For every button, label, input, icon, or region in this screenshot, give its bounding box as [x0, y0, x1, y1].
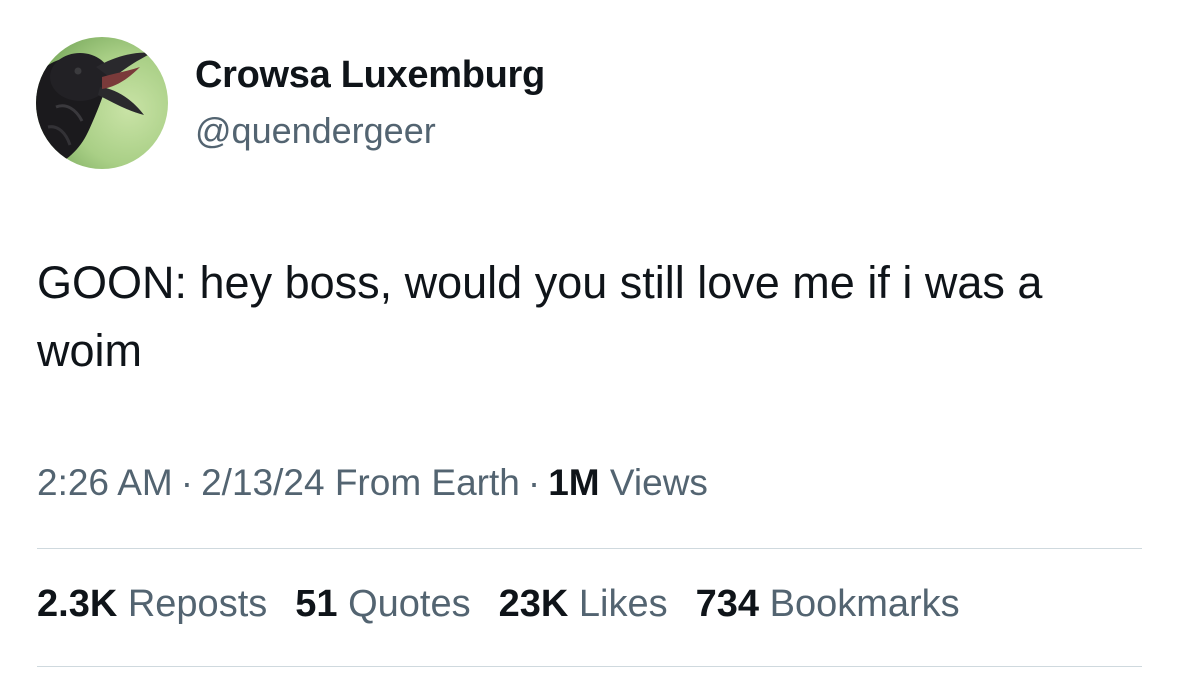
tweet-source: From Earth — [334, 462, 520, 503]
likes-count: 23K — [498, 583, 569, 625]
tweet-card: Crowsa Luxemburg @quendergeer GOON: hey … — [0, 0, 1179, 675]
bookmarks-count: 734 — [695, 583, 760, 625]
quotes-count: 51 — [295, 583, 338, 625]
crow-avatar-icon — [36, 37, 168, 169]
views-count: 1M — [548, 462, 600, 503]
meta-separator: · — [180, 462, 194, 503]
bookmarks-label: Bookmarks — [769, 583, 960, 625]
avatar[interactable] — [36, 37, 168, 169]
author-handle[interactable]: @quendergeer — [195, 110, 436, 152]
quotes-stat[interactable]: 51 Quotes — [295, 583, 470, 626]
divider — [37, 666, 1142, 667]
divider — [37, 548, 1142, 549]
meta-separator: · — [527, 462, 541, 503]
likes-label: Likes — [578, 583, 668, 625]
bookmarks-stat[interactable]: 734 Bookmarks — [696, 583, 960, 626]
quotes-label: Quotes — [348, 583, 471, 625]
tweet-time[interactable]: 2:26 AM — [37, 462, 173, 503]
tweet-meta: 2:26 AM · 2/13/24 From Earth · 1M Views — [37, 462, 708, 504]
tweet-date[interactable]: 2/13/24 — [201, 462, 324, 503]
likes-stat[interactable]: 23K Likes — [499, 583, 668, 626]
engagement-stats: 2.3K Reposts 51 Quotes 23K Likes 734 Boo… — [37, 583, 960, 626]
author-display-name[interactable]: Crowsa Luxemburg — [195, 54, 545, 97]
reposts-count: 2.3K — [37, 583, 118, 625]
reposts-stat[interactable]: 2.3K Reposts — [37, 583, 267, 626]
views-label: Views — [609, 462, 708, 503]
reposts-label: Reposts — [127, 583, 268, 625]
tweet-text: GOON: hey boss, would you still love me … — [37, 257, 1043, 376]
